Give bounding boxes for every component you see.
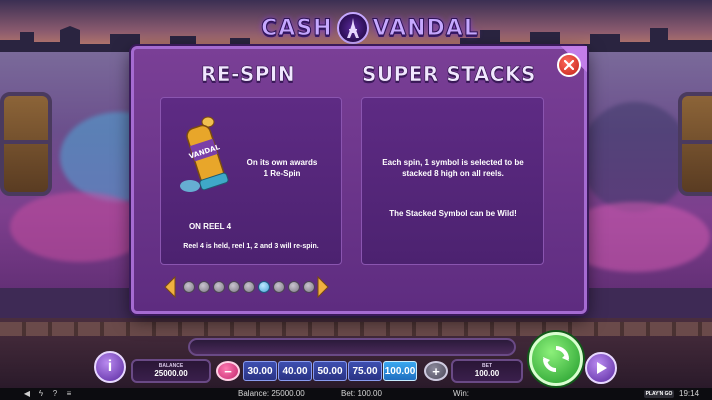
provider-logo: PLAY'N GO bbox=[644, 390, 674, 398]
balance-value: 25000.00 bbox=[154, 369, 188, 378]
logo-word-right: VANDAL bbox=[372, 15, 479, 41]
status-bar: ◀ ϟ ? ≡ Balance: 25000.00 Bet: 100.00 Wi… bbox=[0, 388, 712, 400]
page-dot[interactable] bbox=[303, 281, 315, 293]
autoplay-button[interactable] bbox=[585, 352, 617, 384]
spray-can-symbol: VANDAL bbox=[180, 116, 229, 192]
page-dot[interactable] bbox=[213, 281, 225, 293]
rail-tracks bbox=[0, 322, 712, 336]
info-button[interactable]: i bbox=[94, 351, 126, 383]
menu-icon[interactable]: ≡ bbox=[64, 389, 74, 399]
lightning-icon[interactable]: ϟ bbox=[36, 389, 46, 399]
page-dot-active[interactable] bbox=[258, 281, 270, 293]
status-bet: Bet: 100.00 bbox=[341, 389, 382, 398]
stake-option[interactable]: 50.00 bbox=[313, 361, 347, 381]
bet-value: 100.00 bbox=[474, 369, 500, 378]
minus-icon: − bbox=[224, 363, 232, 379]
super-stacks-line2: The Stacked Symbol can be Wild! bbox=[389, 209, 517, 218]
page-dot[interactable] bbox=[198, 281, 210, 293]
stake-option[interactable]: 75.00 bbox=[348, 361, 382, 381]
balance-display: BALANCE 25000.00 bbox=[131, 359, 211, 383]
page-dot[interactable] bbox=[183, 281, 195, 293]
speaker-icon[interactable]: ◀ bbox=[22, 389, 32, 399]
play-icon bbox=[597, 362, 607, 374]
page-dot[interactable] bbox=[288, 281, 300, 293]
status-balance: Balance: 25000.00 bbox=[238, 389, 305, 398]
train-window bbox=[678, 92, 712, 196]
close-icon bbox=[564, 60, 574, 70]
spin-button[interactable] bbox=[529, 332, 583, 386]
close-button[interactable] bbox=[557, 53, 581, 77]
arrow-right-icon[interactable] bbox=[316, 276, 330, 298]
status-time: 19:14 bbox=[679, 389, 700, 398]
page-dot[interactable] bbox=[243, 281, 255, 293]
stake-option[interactable]: 100.00 bbox=[383, 361, 417, 381]
page-dot[interactable] bbox=[228, 281, 240, 293]
respin-title: RE-SPIN bbox=[201, 62, 296, 87]
stake-option[interactable]: 30.00 bbox=[243, 361, 277, 381]
super-stacks-card bbox=[361, 97, 544, 265]
plus-icon: + bbox=[432, 363, 440, 379]
page-dot[interactable] bbox=[273, 281, 285, 293]
respin-reel-note: Reel 4 is held, reel 1, 2 and 3 will re-… bbox=[183, 243, 319, 250]
game-logo: CASH VANDAL bbox=[260, 10, 480, 46]
bet-display: BET 100.00 bbox=[451, 359, 523, 383]
super-stacks-title: SUPER STACKS bbox=[362, 62, 536, 87]
arrow-left-icon[interactable] bbox=[163, 276, 177, 298]
logo-word-left: CASH bbox=[261, 15, 333, 41]
eiffel-tower-icon bbox=[336, 12, 369, 44]
spin-icon bbox=[543, 346, 569, 372]
console-track bbox=[188, 338, 516, 356]
decrease-bet-button[interactable]: − bbox=[216, 361, 240, 381]
status-win: Win: bbox=[453, 389, 469, 398]
graffiti-splash bbox=[580, 102, 690, 212]
super-stacks-line1: Each spin, 1 symbol is selected to be st… bbox=[382, 158, 524, 178]
info-icon: i bbox=[107, 358, 113, 375]
page-navigator bbox=[163, 276, 333, 298]
graffiti-splash bbox=[10, 192, 150, 262]
increase-bet-button[interactable]: + bbox=[424, 361, 448, 381]
train-window bbox=[0, 92, 52, 196]
respin-awards-text: On its own awards 1 Re-Spin bbox=[246, 158, 318, 178]
respin-reel-label: ON REEL 4 bbox=[188, 222, 232, 231]
question-icon[interactable]: ? bbox=[50, 389, 60, 399]
stake-option[interactable]: 40.00 bbox=[278, 361, 312, 381]
